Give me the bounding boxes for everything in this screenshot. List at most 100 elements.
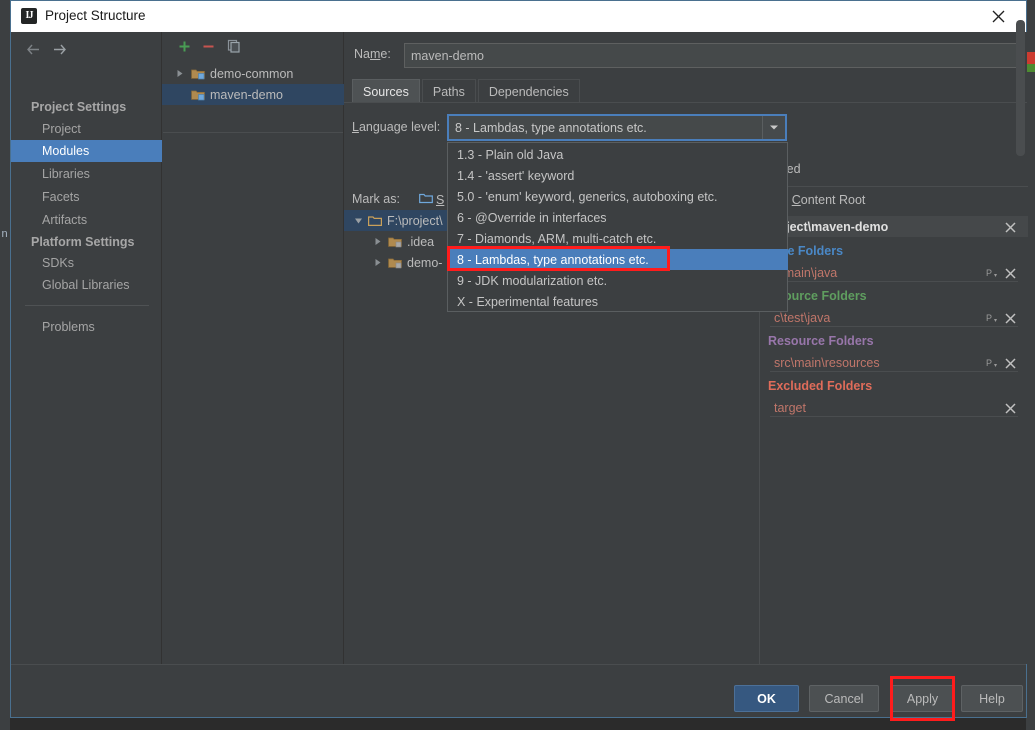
sidebar-item-sdks[interactable]: SDKs <box>11 252 162 274</box>
module-list-item-label: demo-common <box>210 66 294 81</box>
module-list-item[interactable]: maven-demo <box>162 84 344 105</box>
dialog-title: Project Structure <box>45 8 146 23</box>
folder-entry-underline <box>770 281 1018 282</box>
module-folder-icon <box>189 68 207 80</box>
sidebar-item-facets[interactable]: Facets <box>11 186 162 208</box>
intellij-logo-icon: IJ <box>21 8 37 24</box>
content-root-path-row[interactable]: project\maven-demo <box>760 216 1028 237</box>
background-accent-red <box>1026 52 1035 64</box>
language-level-option[interactable]: 1.4 - 'assert' keyword <box>449 165 788 186</box>
chevron-down-icon[interactable] <box>350 217 366 225</box>
copy-icon[interactable] <box>224 36 244 56</box>
language-level-option[interactable]: 7 - Diamonds, ARM, multi-catch etc. <box>449 228 788 249</box>
dropdown-scrollbar[interactable] <box>1016 20 1025 156</box>
folder-entry-underline <box>770 416 1018 417</box>
detail-separator <box>760 186 1028 187</box>
remove-content-root-icon[interactable] <box>1003 220 1017 234</box>
modules-panel: demo-common maven-demo <box>162 32 344 664</box>
tab-dependencies[interactable]: Dependencies <box>477 79 580 103</box>
content-tree-row-label: demo- <box>407 255 443 270</box>
minus-icon[interactable] <box>198 36 218 56</box>
mark-as-label: Mark as: <box>352 192 400 206</box>
properties-icon[interactable]: P <box>985 311 999 325</box>
sidebar-item-artifacts[interactable]: Artifacts <box>11 209 162 231</box>
module-folder-icon <box>189 89 207 101</box>
dialog-button-bar: OK Cancel Apply Help <box>11 664 1026 717</box>
desktop-background-left <box>0 0 10 730</box>
chevron-right-icon[interactable] <box>370 237 386 246</box>
folder-entry-path: c\test\java <box>774 310 831 325</box>
remove-folder-icon[interactable] <box>1003 266 1017 280</box>
sidebar-group-project-settings: Project Settings <box>31 100 127 114</box>
language-level-combobox[interactable]: 8 - Lambdas, type annotations etc. <box>447 114 787 141</box>
svg-text:P: P <box>986 268 992 278</box>
folder-section-heading: Excluded Folders <box>768 379 873 393</box>
sidebar-item-libraries[interactable]: Libraries <box>11 163 162 185</box>
tabs-underline <box>344 102 1027 103</box>
tab-sources[interactable]: Sources <box>352 79 420 103</box>
language-level-option[interactable]: 8 - Lambdas, type annotations etc. <box>449 249 788 270</box>
module-list-separator <box>163 132 343 133</box>
folder-entry-row[interactable]: target <box>760 397 1028 418</box>
background-app-text: n <box>1 228 8 240</box>
language-level-dropdown: 1.3 - Plain old Java 1.4 - 'assert' keywo… <box>447 142 788 312</box>
sidebar-item-project[interactable]: Project <box>11 118 162 140</box>
settings-sidebar: Project Settings Platform Settings Projec… <box>11 32 162 664</box>
language-level-option[interactable]: 9 - JDK modularization etc. <box>449 270 788 291</box>
arrow-right-icon[interactable] <box>48 40 70 58</box>
plus-icon[interactable] <box>174 36 194 56</box>
module-list-item[interactable]: demo-common <box>162 63 344 84</box>
content-tree-row-label: .idea <box>407 234 435 249</box>
folder-section-heading: Resource Folders <box>768 334 874 348</box>
arrow-left-icon[interactable] <box>22 40 44 58</box>
properties-icon[interactable]: P <box>985 356 999 370</box>
apply-button[interactable]: Apply <box>890 685 955 712</box>
remove-folder-icon[interactable] <box>1003 356 1017 370</box>
sidebar-item-modules[interactable]: Modules <box>11 140 162 162</box>
folder-entry-underline <box>770 326 1018 327</box>
mark-as-sources-button[interactable]: S <box>419 192 444 207</box>
mark-as-sources-label: S <box>436 192 445 207</box>
chevron-down-icon[interactable] <box>762 116 785 139</box>
language-level-option[interactable]: 6 - @Override in interfaces <box>449 207 788 228</box>
sidebar-item-problems[interactable]: Problems <box>11 316 162 338</box>
background-accent-green <box>1026 64 1035 72</box>
language-level-option[interactable]: 5.0 - 'enum' keyword, generics, autoboxi… <box>449 186 788 207</box>
language-level-value: 8 - Lambdas, type annotations etc. <box>455 120 647 135</box>
folder-entry-path: src\main\resources <box>774 355 880 370</box>
remove-folder-icon[interactable] <box>1003 401 1017 415</box>
navigation-arrows <box>20 36 90 62</box>
module-list-item-label: maven-demo <box>210 87 283 102</box>
ok-button[interactable]: OK <box>734 685 799 712</box>
chevron-right-icon[interactable] <box>171 69 189 78</box>
folder-entry-underline <box>770 371 1018 372</box>
sidebar-item-global-libraries[interactable]: Global Libraries <box>11 274 162 296</box>
folder-entry-path: target <box>774 400 806 415</box>
help-button[interactable]: Help <box>961 685 1023 712</box>
language-level-option[interactable]: 1.3 - Plain old Java <box>449 144 788 165</box>
properties-icon[interactable]: P <box>985 266 999 280</box>
language-level-option[interactable]: X - Experimental features <box>449 291 788 312</box>
tab-paths[interactable]: Paths <box>421 79 476 103</box>
sidebar-divider <box>25 305 149 306</box>
dialog-titlebar: IJ Project Structure <box>11 1 1026 33</box>
content-root-detail-panel: luded Add Content Root project\maven-dem… <box>759 156 1028 664</box>
folder-icon <box>366 215 384 227</box>
folder-icon <box>386 257 404 269</box>
close-icon[interactable] <box>978 1 1018 32</box>
intellij-logo-text: IJ <box>25 10 34 21</box>
content-tree-row-label: F:\project\ <box>387 213 443 228</box>
folder-icon <box>419 192 433 207</box>
chevron-right-icon[interactable] <box>370 258 386 267</box>
svg-text:P: P <box>986 313 992 323</box>
language-level-label: Language level: <box>352 120 441 134</box>
folder-icon <box>386 236 404 248</box>
svg-text:P: P <box>986 358 992 368</box>
module-editor: Name: SourcesPathsDependencies Language … <box>344 32 1028 664</box>
cancel-button[interactable]: Cancel <box>809 685 879 712</box>
remove-folder-icon[interactable] <box>1003 311 1017 325</box>
project-structure-dialog: IJ Project Structure Project SettingsPl <box>10 0 1028 721</box>
name-label: Name: <box>354 47 391 61</box>
module-name-input[interactable] <box>404 43 1017 68</box>
modules-toolbar <box>162 32 344 59</box>
